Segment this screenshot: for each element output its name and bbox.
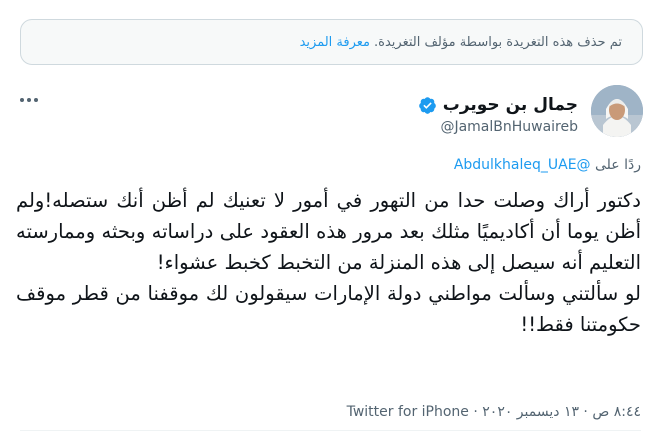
tweet-timestamp[interactable]: ٨:٤٤ ص · ١٣ ديسمبر ٢٠٢٠ [482, 404, 641, 420]
tweet-source-link[interactable]: Twitter for iPhone [347, 404, 469, 420]
reply-prefix: ردًا على [595, 157, 641, 173]
more-dot [34, 98, 38, 102]
tweet-paragraph: دكتور أراك وصلت حدا من التهور في أمور لا… [16, 189, 641, 274]
reply-context: ردًا على @Abdulkhaleq_UAE [454, 157, 641, 173]
tweet-meta: ٨:٤٤ ص · ١٣ ديسمبر ٢٠٢٠ · Twitter for iP… [347, 404, 641, 420]
tweet-text: دكتور أراك وصلت حدا من التهور في أمور لا… [16, 185, 641, 340]
display-name[interactable]: جمال بن حويرب [443, 95, 578, 115]
avatar[interactable] [591, 85, 643, 137]
reply-mention-link[interactable]: @Abdulkhaleq_UAE [454, 157, 591, 173]
more-dot [20, 98, 24, 102]
deleted-notice-text: تم حذف هذه التغريدة بواسطة مؤلف التغريدة… [374, 34, 622, 50]
verified-badge-icon [418, 96, 437, 115]
tweet-paragraph: لو سألتني وسألت مواطني دولة الإمارات سيق… [16, 282, 641, 336]
author-name-row[interactable]: جمال بن حويرب [418, 95, 578, 115]
avatar-image [591, 85, 643, 137]
meta-separator: · [468, 404, 483, 420]
more-dot [27, 98, 31, 102]
more-options-icon[interactable] [20, 96, 42, 104]
author-handle[interactable]: @JamalBnHuwaireb [440, 119, 578, 135]
divider [20, 430, 641, 431]
deleted-tweet-notice: تم حذف هذه التغريدة بواسطة مؤلف التغريدة… [20, 19, 643, 65]
learn-more-link[interactable]: معرفة المزيد [300, 35, 370, 50]
